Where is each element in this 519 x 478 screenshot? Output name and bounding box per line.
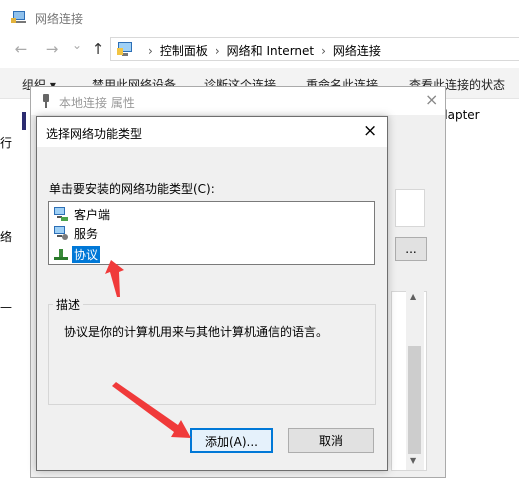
annotation-arrow-icon [105,260,124,297]
annotation-overlay [105,260,191,438]
annotation-arrow-icon [112,382,191,438]
